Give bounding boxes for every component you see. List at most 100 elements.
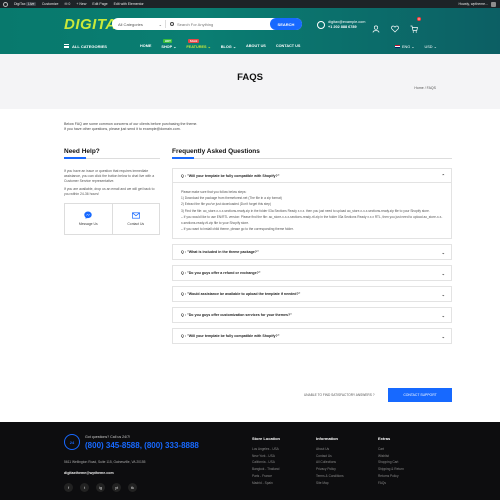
category-select-label: All Categories xyxy=(118,21,143,27)
faq-question-text: Q : "Would assistance be available to up… xyxy=(181,292,301,297)
instagram-icon[interactable]: ig xyxy=(96,483,105,492)
faq-title: Frequently Asked Questions xyxy=(172,148,452,159)
faq-question[interactable]: Q : "What is included in the theme packa… xyxy=(173,245,451,259)
mail-icon xyxy=(131,212,140,219)
nav-contact[interactable]: CONTACT US xyxy=(276,44,301,49)
help-cards: Message Us Contact Us xyxy=(64,202,160,235)
faq-item: Q : "Do you guys offer customization ser… xyxy=(172,307,452,324)
header-phone[interactable]: +1 202 888 6789 xyxy=(328,25,365,30)
footer-link[interactable]: Site Map xyxy=(316,480,344,487)
footer-link[interactable]: Contact Us xyxy=(316,453,344,460)
nav-about[interactable]: ABOUT US xyxy=(246,44,266,49)
nav-blog[interactable]: BLOG ⌄ xyxy=(221,44,236,49)
search-bar: All Categories ⌄ SEARCH xyxy=(112,18,302,30)
footer-link[interactable]: Wishlist xyxy=(378,453,404,460)
support-24-icon: 24 xyxy=(64,434,80,450)
chevron-up-icon: ⌃ xyxy=(441,173,445,178)
faq-item: Q : "Do you guys offer a refund or excha… xyxy=(172,265,452,282)
footer-link[interactable]: Returns Policy xyxy=(378,473,404,480)
contact-support-button[interactable]: CONTACT SUPPORT xyxy=(388,388,452,402)
faq-question-text: Q : "What is included in the theme packa… xyxy=(181,250,259,255)
footer-link[interactable]: Shopping Cart xyxy=(378,459,404,466)
footer-link[interactable]: Madrid - Spain xyxy=(252,480,280,487)
tiktok-icon[interactable]: tk xyxy=(128,483,137,492)
uk-flag-icon xyxy=(395,44,400,48)
faq-answer-line: 3) Find the file: ao_store-x-x-x-section… xyxy=(181,208,430,213)
admin-comments-link[interactable]: ✉ 0 xyxy=(64,2,70,6)
nav-shop[interactable]: HOT SHOP ⌄ xyxy=(161,39,176,49)
nav-menu: HOME HOT SHOP ⌄ SALE FEATURES ⌄ BLOG ⌄ ABO… xyxy=(140,39,301,49)
footer-link[interactable]: California - USA xyxy=(252,459,280,466)
contact-us-label: Contact Us xyxy=(127,221,145,226)
message-us-label: Message Us xyxy=(78,222,98,227)
search-input[interactable] xyxy=(177,21,257,27)
footer-link[interactable]: Shipping & Return xyxy=(378,466,404,473)
footer-link[interactable]: New York - USA xyxy=(252,453,280,460)
footer-link[interactable]: Terms & Conditions xyxy=(316,473,344,480)
admin-new-link[interactable]: + New xyxy=(76,2,86,6)
footer-support: 24 Got questions? Call us 24/7! (800) 34… xyxy=(64,434,199,450)
admin-greeting[interactable]: Howdy, wptheme... xyxy=(458,2,488,6)
footer-col-store-location: Store Location Los Angeles - USA New Yor… xyxy=(252,436,280,486)
category-select[interactable]: All Categories ⌄ xyxy=(112,20,166,28)
faq-list: Q : "Will your template be fully compati… xyxy=(172,168,452,345)
user-icon[interactable] xyxy=(372,20,380,33)
footer-link[interactable]: Paris - France xyxy=(252,473,280,480)
admin-elementor-link[interactable]: Edit with Elementor xyxy=(114,2,144,6)
nav-features[interactable]: SALE FEATURES ⌄ xyxy=(186,39,211,49)
faq-question[interactable]: Q : "Do you guys offer customization ser… xyxy=(173,308,451,322)
faq-item: Q : "Would assistance be available to up… xyxy=(172,286,452,303)
faq-question[interactable]: Q : "Will your template be fully compati… xyxy=(173,169,451,183)
unable-text: UNABLE TO FIND SATISFACTORY ANSWERS ? xyxy=(304,393,375,397)
youtube-icon[interactable]: yt xyxy=(112,483,121,492)
breadcrumb-separator: / xyxy=(424,86,426,90)
footer-phone[interactable]: (800) 345-8588, (800) 333-8888 xyxy=(85,441,199,450)
wordpress-icon[interactable] xyxy=(3,1,8,7)
faq-question-text: Q : "Do you guys offer a refund or excha… xyxy=(181,271,261,276)
chevron-down-icon: ⌄ xyxy=(441,312,445,318)
footer-link[interactable]: Privacy Policy xyxy=(316,466,344,473)
faq-answer-line: – If you want to install child theme, pl… xyxy=(181,227,294,232)
page-title: FAQS xyxy=(237,72,263,83)
footer-link[interactable]: All Collections xyxy=(316,459,344,466)
chevron-down-icon: ⌄ xyxy=(158,21,162,27)
footer-link[interactable]: Los Angeles - USA xyxy=(252,446,280,453)
footer-col-information: Information About Us Contact Us All Coll… xyxy=(316,436,344,486)
faq-question[interactable]: Q : "Would assistance be available to up… xyxy=(173,287,451,301)
avatar[interactable] xyxy=(491,1,496,7)
admin-site-link[interactable]: DigiTax Live xyxy=(14,2,36,6)
need-help-text: If you have an issue or question that re… xyxy=(64,169,160,197)
intro-line: If you have other questions, please just… xyxy=(64,127,181,131)
need-help-section: Need Help? If you have an issue or quest… xyxy=(64,148,160,235)
footer-email[interactable]: digitaxtheme@wptheme.com xyxy=(64,471,114,475)
footer-link[interactable]: About Us xyxy=(316,446,344,453)
footer-link[interactable]: Bangkok - Thailand xyxy=(252,466,280,473)
footer-link[interactable]: FAQs xyxy=(378,480,404,487)
all-categories-button[interactable]: ALL CATEGORIES xyxy=(64,41,120,51)
faq-question[interactable]: Q : "Do you guys offer a refund or excha… xyxy=(173,266,451,280)
faq-question-text: Q : "Do you guys offer customization ser… xyxy=(181,313,292,318)
sale-badge: SALE xyxy=(188,39,199,43)
search-button[interactable]: SEARCH xyxy=(270,18,302,30)
heart-icon[interactable] xyxy=(391,20,399,33)
twitter-icon[interactable]: t xyxy=(80,483,89,492)
admin-edit-page-link[interactable]: Edit Page xyxy=(92,2,107,6)
cart-icon[interactable]: 0 xyxy=(410,17,421,33)
chevron-down-icon: ⌄ xyxy=(441,333,445,339)
footer-link[interactable]: Cart xyxy=(378,446,404,453)
message-us-button[interactable]: Message Us xyxy=(65,204,112,234)
facebook-icon[interactable]: f xyxy=(64,483,73,492)
faq-question-text: Q : "Will your template be fully compati… xyxy=(181,334,280,339)
header-icons: 0 xyxy=(372,17,421,33)
footer-col-title: Information xyxy=(316,436,338,441)
site-footer: 24 Got questions? Call us 24/7! (800) 34… xyxy=(0,422,500,500)
breadcrumb-home[interactable]: Home xyxy=(414,86,423,90)
contact-us-button[interactable]: Contact Us xyxy=(111,203,160,234)
nav-home[interactable]: HOME xyxy=(140,44,151,49)
faq-question[interactable]: Q : "Will your template be fully compati… xyxy=(173,329,451,343)
admin-customize-link[interactable]: Customize xyxy=(42,2,59,6)
currency-select[interactable]: USD ⌄ xyxy=(424,44,436,49)
social-links: f t ig yt tk xyxy=(64,483,137,492)
footer-col-title: Store Location xyxy=(252,436,281,441)
language-select[interactable]: ENG ⌄ xyxy=(395,44,414,49)
